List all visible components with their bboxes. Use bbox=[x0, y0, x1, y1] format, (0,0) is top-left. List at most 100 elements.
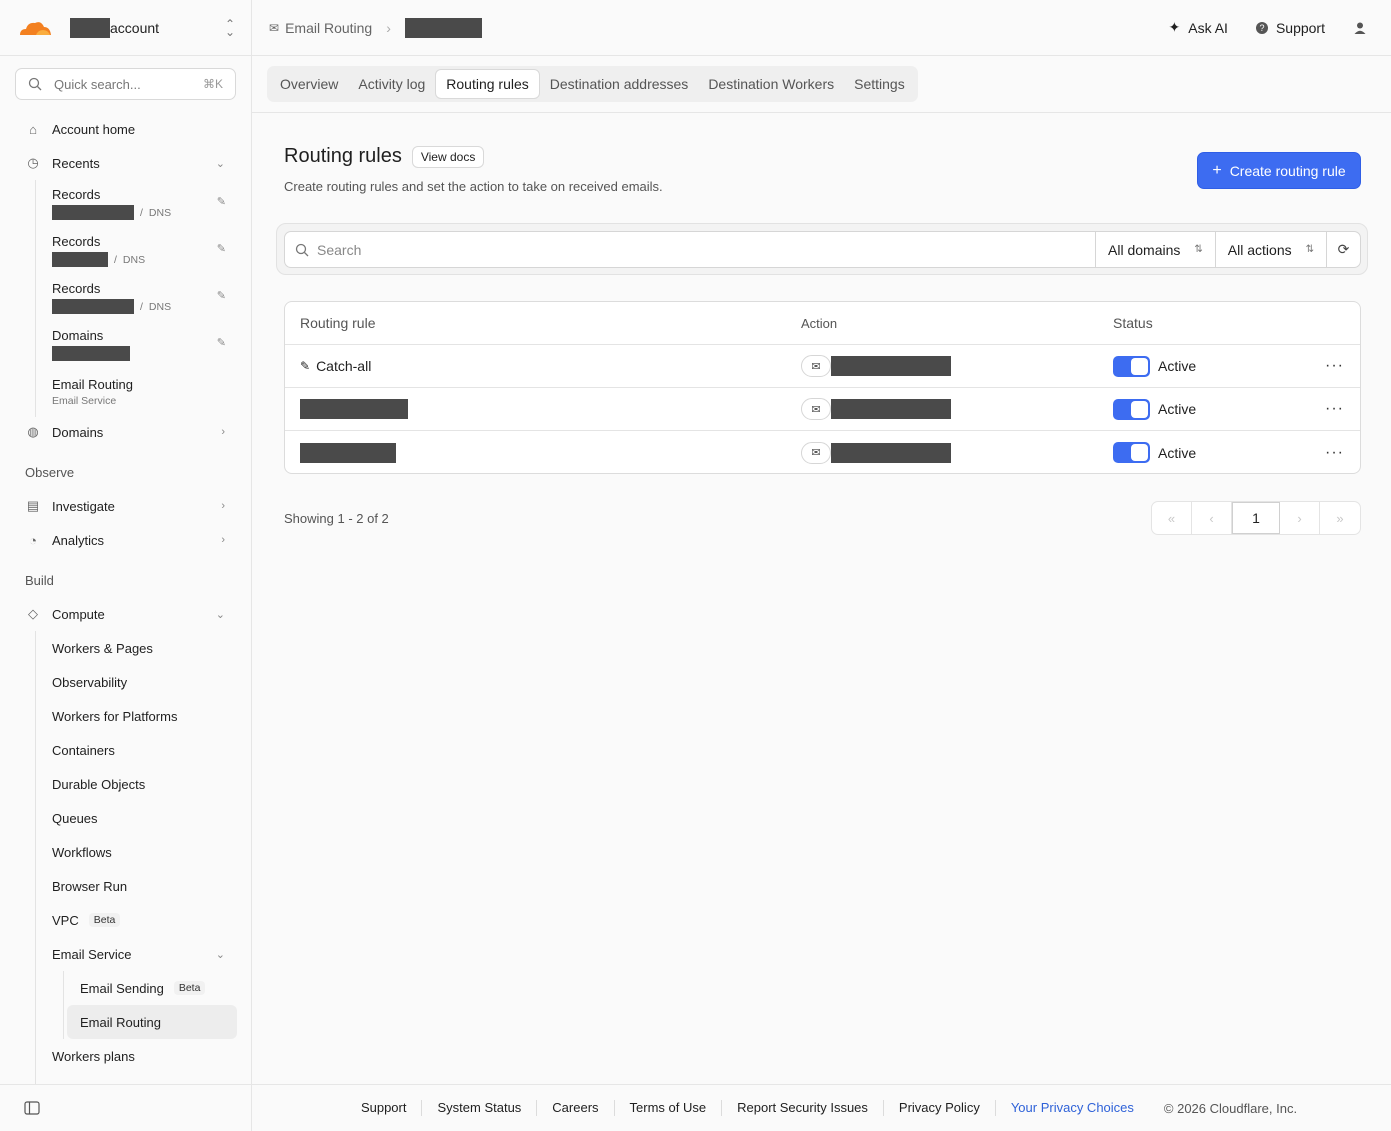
clock-icon: ◷ bbox=[27, 155, 39, 170]
more-options-icon[interactable]: ··· bbox=[1325, 444, 1344, 462]
actions-filter-select[interactable]: All actions ⇅ bbox=[1214, 232, 1326, 267]
pin-icon: ✎ bbox=[300, 359, 311, 373]
sidebar-item-workers-plans[interactable]: Workers plans bbox=[0, 1039, 251, 1073]
account-switcher[interactable]: account bbox=[70, 17, 160, 38]
status-cell: Active bbox=[1113, 442, 1196, 463]
mail-icon: ✉ bbox=[801, 355, 831, 377]
status-toggle[interactable] bbox=[1113, 442, 1150, 463]
page-number-button[interactable]: 1 bbox=[1232, 502, 1280, 534]
actions-filter-value: All actions bbox=[1227, 241, 1292, 258]
user-menu-button[interactable] bbox=[1353, 21, 1367, 35]
sidebar-item-containers[interactable]: Containers bbox=[0, 733, 251, 767]
cloudflare-logo-icon[interactable] bbox=[16, 17, 54, 39]
create-routing-rule-button[interactable]: + Create routing rule bbox=[1197, 152, 1361, 189]
pin-icon[interactable]: ✎ bbox=[217, 242, 226, 255]
chevron-down-icon: ⌄ bbox=[215, 157, 225, 170]
pin-icon[interactable]: ✎ bbox=[217, 195, 226, 208]
sidebar-item-workers-for-platforms[interactable]: Workers for Platforms bbox=[0, 699, 251, 733]
account-label: account bbox=[110, 19, 160, 36]
sidebar-item-investigate[interactable]: ▤ Investigate › bbox=[0, 489, 251, 523]
status-label: Active bbox=[1158, 401, 1197, 417]
footer-link-terms[interactable]: Terms of Use bbox=[615, 1100, 723, 1116]
sidebar-item-email-service[interactable]: Email Service ⌄ bbox=[0, 937, 251, 971]
pin-icon[interactable]: ✎ bbox=[217, 289, 226, 302]
recent-item-title: Email Routing bbox=[52, 376, 133, 392]
status-toggle[interactable] bbox=[1113, 355, 1150, 377]
sidebar-item-queues[interactable]: Queues bbox=[0, 801, 251, 835]
document-search-icon: ▤ bbox=[26, 498, 40, 513]
routing-rules-table: Routing rule Action Status ✎ Catch-all ✉… bbox=[284, 301, 1361, 474]
sidebar-item-domains[interactable]: ◍ Domains › bbox=[0, 415, 251, 449]
footer-link-privacy-choices[interactable]: Your Privacy Choices bbox=[996, 1100, 1149, 1116]
last-page-icon[interactable]: » bbox=[1320, 502, 1360, 534]
tab-routing-rules[interactable]: Routing rules bbox=[435, 69, 540, 99]
breadcrumb: ✉ Email Routing › bbox=[269, 17, 482, 38]
sidebar-item-email-routing[interactable]: Email Routing bbox=[67, 1005, 237, 1039]
table-row: ✉ Active ··· bbox=[285, 388, 1360, 431]
sidebar-item-browser-run[interactable]: Browser Run bbox=[0, 869, 251, 903]
footer-link-report-security[interactable]: Report Security Issues bbox=[722, 1100, 884, 1116]
sidebar-item-account-home[interactable]: ⌂ Account home bbox=[0, 112, 251, 146]
next-page-icon[interactable]: › bbox=[1280, 502, 1320, 534]
footer-link-careers[interactable]: Careers bbox=[537, 1100, 615, 1116]
sidebar-toggle-icon[interactable] bbox=[24, 1101, 40, 1115]
sidebar-item-recents[interactable]: ◷ Recents ⌄ bbox=[0, 146, 251, 180]
rules-search-input[interactable]: Search bbox=[285, 232, 1095, 267]
pin-icon[interactable]: ✎ bbox=[217, 336, 226, 349]
ask-ai-button[interactable]: ✦ Ask AI bbox=[1169, 19, 1228, 36]
tab-destination-workers[interactable]: Destination Workers bbox=[698, 69, 844, 99]
domains-filter-select[interactable]: All domains ⇅ bbox=[1095, 232, 1215, 267]
beta-badge: Beta bbox=[173, 981, 206, 995]
status-label: Active bbox=[1158, 444, 1197, 461]
sidebar-item-durable-objects[interactable]: Durable Objects bbox=[0, 767, 251, 801]
column-header-action: Action bbox=[801, 315, 838, 331]
status-cell: Active bbox=[1113, 355, 1197, 377]
action-cell: ✉ bbox=[801, 398, 951, 420]
first-page-icon[interactable]: « bbox=[1152, 502, 1192, 534]
redacted-rule-name bbox=[300, 399, 408, 419]
more-options-icon[interactable]: ··· bbox=[1325, 357, 1344, 375]
recent-item[interactable]: Records / DNS ✎ bbox=[0, 180, 251, 227]
support-button[interactable]: ? Support bbox=[1255, 20, 1325, 36]
quick-search-input[interactable]: Quick search... ⌘K bbox=[15, 68, 236, 100]
sidebar-item-workers-pages[interactable]: Workers & Pages bbox=[0, 631, 251, 665]
footer-link-support[interactable]: Support bbox=[346, 1100, 423, 1116]
recent-item[interactable]: Domains ✎ bbox=[0, 321, 251, 368]
sidebar-item-compute[interactable]: ◇ Compute ⌄ bbox=[0, 597, 251, 631]
chevron-down-icon: ⌄ bbox=[215, 608, 225, 621]
sidebar-item-label: Compute bbox=[52, 606, 105, 622]
redacted-zone bbox=[52, 299, 134, 314]
tab-settings[interactable]: Settings bbox=[844, 69, 915, 99]
status-toggle[interactable] bbox=[1113, 398, 1150, 420]
tab-activity-log[interactable]: Activity log bbox=[348, 69, 435, 99]
sidebar-item-email-sending[interactable]: Email Sending Beta bbox=[0, 971, 251, 1005]
breadcrumb-email-routing[interactable]: Email Routing bbox=[285, 20, 372, 36]
footer-link-system-status[interactable]: System Status bbox=[422, 1100, 538, 1116]
sidebar-item-workflows[interactable]: Workflows bbox=[0, 835, 251, 869]
redacted-destination bbox=[831, 399, 951, 419]
email-service-list: Email Sending Beta Email Routing bbox=[0, 971, 251, 1039]
table-row: ✎ Catch-all ✉ Active ··· bbox=[285, 345, 1360, 388]
column-header-routing-rule: Routing rule bbox=[300, 315, 376, 331]
sidebar-item-analytics[interactable]: ◔ Analytics › bbox=[0, 523, 251, 557]
sidebar-item-label: VPC bbox=[52, 912, 79, 928]
status-cell: Active bbox=[1113, 398, 1197, 420]
tab-overview[interactable]: Overview bbox=[270, 69, 348, 99]
sidebar: account ⌃ ⌄ Quick search... ⌘K ⌂ Account … bbox=[0, 0, 252, 1084]
tab-destination-addresses[interactable]: Destination addresses bbox=[540, 69, 699, 99]
recent-item[interactable]: Email Routing Email Service bbox=[0, 368, 251, 415]
refresh-button[interactable]: ⟳ bbox=[1326, 232, 1360, 267]
mail-icon: ✉ bbox=[801, 441, 831, 464]
sidebar-footer bbox=[0, 1084, 252, 1131]
footer-link-privacy-policy[interactable]: Privacy Policy bbox=[884, 1100, 996, 1116]
recent-item[interactable]: Records / DNS ✎ bbox=[0, 227, 251, 274]
status-label: Active bbox=[1158, 358, 1197, 374]
previous-page-icon[interactable]: ‹ bbox=[1192, 502, 1232, 534]
chevron-up-down-icon[interactable]: ⌃ ⌄ bbox=[225, 18, 235, 38]
view-docs-button[interactable]: View docs bbox=[411, 145, 485, 168]
more-options-icon[interactable]: ··· bbox=[1325, 400, 1344, 418]
recent-item-type: DNS bbox=[148, 206, 172, 219]
sidebar-item-vpc[interactable]: VPC Beta bbox=[0, 903, 251, 937]
sidebar-item-observability[interactable]: Observability bbox=[0, 665, 251, 699]
recent-item[interactable]: Records / DNS ✎ bbox=[0, 274, 251, 321]
